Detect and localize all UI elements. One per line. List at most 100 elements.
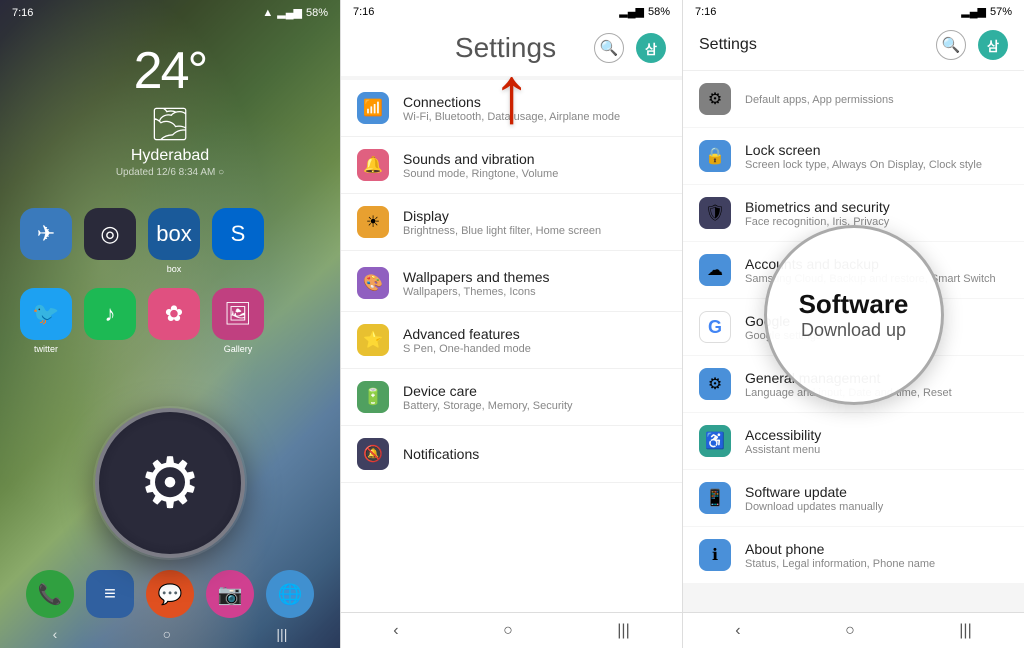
app-wrapper[interactable]: 🐦 twitter <box>20 288 72 340</box>
dock-browser[interactable]: 🌐 <box>266 570 314 618</box>
display-text: Display Brightness, Blue light filter, H… <box>403 208 666 237</box>
nav-bar-detail: ‹ ○ ||| <box>683 612 1024 648</box>
search-icon[interactable]: 🔍 <box>594 33 624 63</box>
dock-chat[interactable]: 💬 <box>146 570 194 618</box>
status-time: 7:16 <box>12 7 33 19</box>
settings-item-advanced[interactable]: ⭐ Advanced features S Pen, One-handed mo… <box>341 312 682 369</box>
app-wrapper[interactable]: ✿ <box>148 288 200 340</box>
connections-title: Connections <box>403 94 666 110</box>
detail-item-about[interactable]: ℹ About phone Status, Legal information,… <box>683 527 1024 583</box>
settings-panel: 7:16 ▂▄▆ 58% Settings 🔍 삼 ↑ 📶 Connection… <box>340 0 682 648</box>
settings-item-wallpapers[interactable]: 🎨 Wallpapers and themes Wallpapers, Them… <box>341 255 682 312</box>
accounts-icon: ☁ <box>699 254 731 286</box>
sounds-icon: 🔔 <box>357 149 389 181</box>
red-arrow-icon: ↑ <box>492 55 532 135</box>
display-title: Display <box>403 208 666 224</box>
nav-home-home[interactable]: ○ <box>163 626 171 642</box>
weather-icon: 🌫 <box>0 105 340 143</box>
default-apps-title: Default apps, App permissions <box>745 94 1008 106</box>
sounds-title: Sounds and vibration <box>403 151 666 167</box>
about-text: About phone Status, Legal information, P… <box>745 541 1008 570</box>
accessibility-sub: Assistant menu <box>745 444 1008 456</box>
app-spotify[interactable]: ♪ <box>84 288 136 340</box>
accessibility-icon: ♿ <box>699 425 731 457</box>
app-wrapper[interactable]: ♪ <box>84 288 136 340</box>
general-icon: ⚙ <box>699 368 731 400</box>
dock-camera[interactable]: 📷 <box>206 570 254 618</box>
sounds-sub: Sound mode, Ringtone, Volume <box>403 168 666 180</box>
weather-temperature: 24° <box>0 41 340 101</box>
app-gallery[interactable]: 🖼 <box>212 288 264 340</box>
notifications-icon: 🔕 <box>357 438 389 470</box>
settings-item-sounds[interactable]: 🔔 Sounds and vibration Sound mode, Ringt… <box>341 137 682 194</box>
app-unknown[interactable]: ◎ <box>84 208 136 260</box>
accessibility-title: Accessibility <box>745 427 1008 443</box>
detail-profile-icon[interactable]: 삼 <box>978 30 1008 60</box>
nav-back-settings[interactable]: ‹ <box>393 622 398 640</box>
settings-battery: 58% <box>648 6 670 18</box>
nav-home-settings[interactable]: ○ <box>503 622 513 640</box>
settings-signal-icon: ▂▄▆ <box>619 5 644 18</box>
dock-phone[interactable]: 📞 <box>26 570 74 618</box>
settings-section-second: 🎨 Wallpapers and themes Wallpapers, Them… <box>341 255 682 483</box>
wallpapers-icon: 🎨 <box>357 267 389 299</box>
detail-item-lock-screen[interactable]: 🔒 Lock screen Screen lock type, Always O… <box>683 128 1024 184</box>
nav-home-detail[interactable]: ○ <box>845 622 855 640</box>
app-wrapper[interactable]: S <box>212 208 264 260</box>
detail-battery: 57% <box>990 6 1012 18</box>
nav-recents-home[interactable]: ||| <box>276 626 287 642</box>
nav-recents-settings[interactable]: ||| <box>617 622 629 640</box>
settings-list: 📶 Connections Wi-Fi, Bluetooth, Data usa… <box>341 80 682 612</box>
app-wrapper[interactable]: ✈ <box>20 208 72 260</box>
app-wrapper[interactable]: box box <box>148 208 200 260</box>
app-skype[interactable]: S <box>212 208 264 260</box>
device-care-icon: 🔋 <box>357 381 389 413</box>
device-care-sub: Battery, Storage, Memory, Security <box>403 400 666 412</box>
gear-icon: ⚙ <box>139 442 202 524</box>
weather-city: Hyderabad <box>0 147 340 165</box>
detail-item-default-apps[interactable]: ⚙ Default apps, App permissions <box>683 71 1024 127</box>
wallpapers-title: Wallpapers and themes <box>403 269 666 285</box>
dock: 📞 ≡ 💬 📷 🌐 <box>0 570 340 618</box>
dock-messages[interactable]: ≡ <box>86 570 134 618</box>
advanced-title: Advanced features <box>403 326 666 342</box>
app-box[interactable]: box <box>148 208 200 260</box>
display-icon: ☀ <box>357 206 389 238</box>
app-label-twitter: twitter <box>34 344 58 354</box>
settings-item-display[interactable]: ☀ Display Brightness, Blue light filter,… <box>341 194 682 251</box>
profile-icon[interactable]: 삼 <box>636 33 666 63</box>
detail-item-accessibility[interactable]: ♿ Accessibility Assistant menu <box>683 413 1024 469</box>
detail-item-software[interactable]: 📱 Software update Download updates manua… <box>683 470 1024 526</box>
battery-status: 58% <box>306 7 328 19</box>
nav-recents-detail[interactable]: ||| <box>959 622 971 640</box>
nav-back-home[interactable]: ‹ <box>53 626 58 642</box>
google-icon: G <box>699 311 731 343</box>
detail-status-bar: 7:16 ▂▄▆ 57% <box>683 0 1024 20</box>
weather-updated: Updated 12/6 8:34 AM ○ <box>0 167 340 178</box>
notifications-title: Notifications <box>403 446 666 462</box>
settings-item-notifications[interactable]: 🔕 Notifications <box>341 426 682 483</box>
lock-screen-sub: Screen lock type, Always On Display, Clo… <box>745 159 1008 171</box>
app-wrapper[interactable]: ◎ <box>84 208 136 260</box>
settings-time: 7:16 <box>353 6 374 18</box>
about-icon: ℹ <box>699 539 731 571</box>
connections-text: Connections Wi-Fi, Bluetooth, Data usage… <box>403 94 666 123</box>
device-care-title: Device care <box>403 383 666 399</box>
settings-item-device-care[interactable]: 🔋 Device care Battery, Storage, Memory, … <box>341 369 682 426</box>
signal-icon: ▂▄▆ <box>277 6 302 19</box>
weather-widget: 24° 🌫 Hyderabad Updated 12/6 8:34 AM ○ <box>0 21 340 188</box>
app-telegram[interactable]: ✈ <box>20 208 72 260</box>
nav-back-detail[interactable]: ‹ <box>735 622 740 640</box>
app-flower[interactable]: ✿ <box>148 288 200 340</box>
app-grid: ✈ ◎ box box S 🐦 twitter ♪ ✿ 🖼 Gallery <box>0 198 340 366</box>
biometrics-text: Biometrics and security Face recognition… <box>745 199 1008 228</box>
detail-search-icon[interactable]: 🔍 <box>936 30 966 60</box>
advanced-sub: S Pen, One-handed mode <box>403 343 666 355</box>
sounds-text: Sounds and vibration Sound mode, Rington… <box>403 151 666 180</box>
detail-status-icons: ▂▄▆ 57% <box>961 5 1012 18</box>
settings-app-circle[interactable]: ⚙ <box>95 408 245 558</box>
app-twitter[interactable]: 🐦 <box>20 288 72 340</box>
software-icon: 📱 <box>699 482 731 514</box>
app-wrapper[interactable]: 🖼 Gallery <box>212 288 264 340</box>
notifications-text: Notifications <box>403 446 666 462</box>
